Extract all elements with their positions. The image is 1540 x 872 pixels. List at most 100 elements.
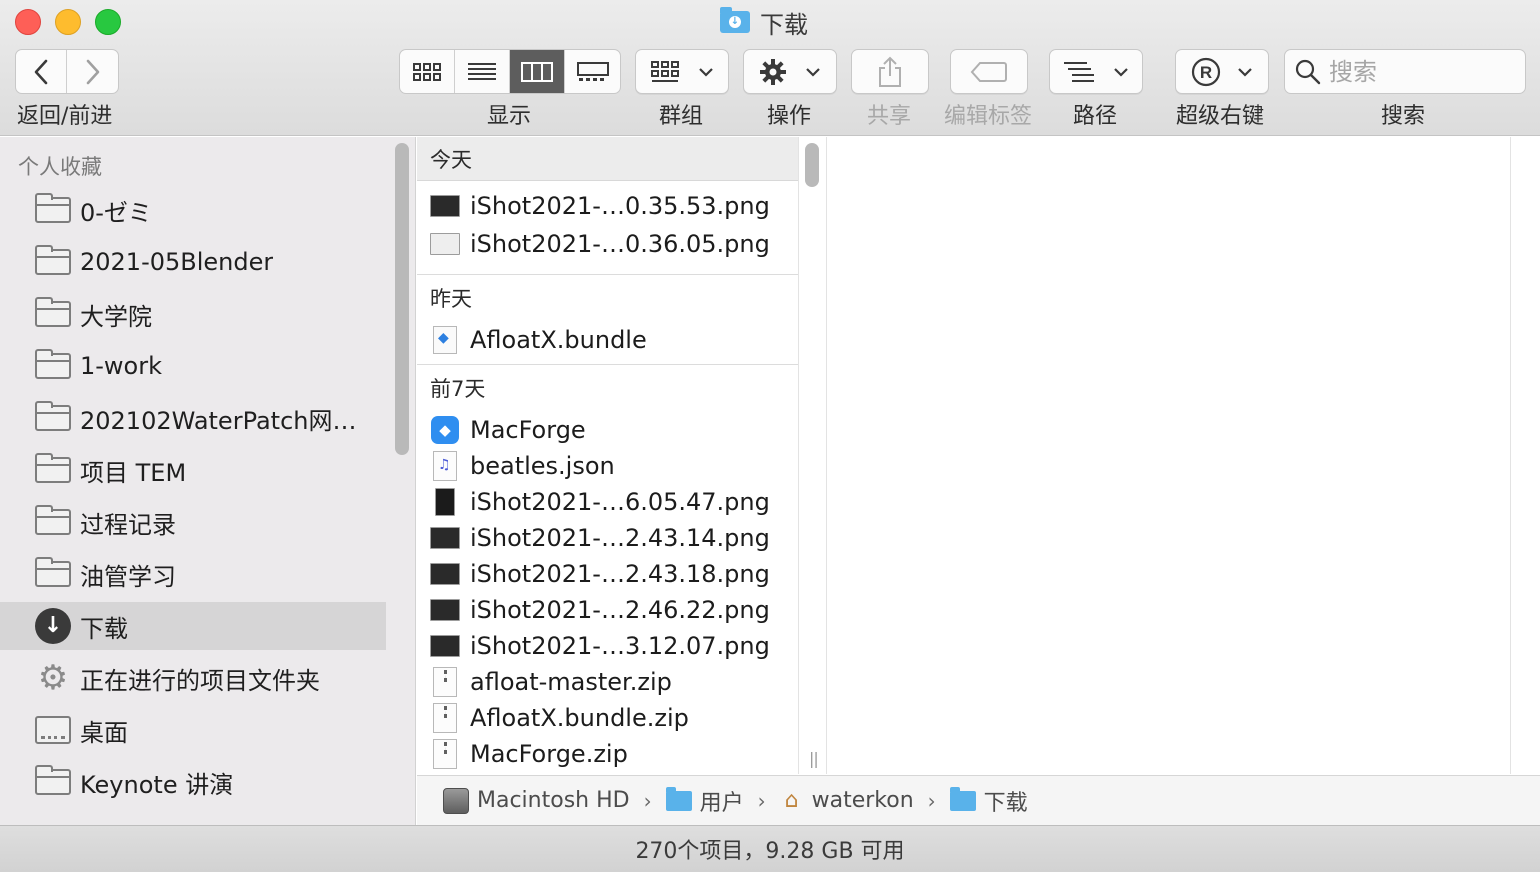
path-crumb-user[interactable]: waterkon — [812, 788, 914, 813]
gallery-view-button[interactable] — [565, 50, 620, 93]
file-row[interactable]: iShot2021-…6.05.47.png — [417, 484, 798, 520]
path-crumb-users[interactable]: 用户 — [700, 785, 744, 817]
image-file-icon — [430, 233, 460, 255]
search-icon — [1295, 59, 1321, 84]
file-row[interactable]: AfloatX.bundle.zip — [417, 700, 798, 736]
hard-drive-icon — [443, 787, 469, 814]
action-button[interactable] — [743, 49, 837, 94]
search-input[interactable] — [1329, 57, 1519, 86]
grid-icon — [413, 62, 441, 81]
folder-icon — [35, 557, 71, 587]
maximize-button[interactable] — [95, 9, 121, 35]
sidebar-item-label: 大学院 — [80, 302, 152, 331]
search-field[interactable] — [1284, 49, 1526, 94]
list-view-button[interactable] — [455, 50, 510, 93]
column-resize-handle[interactable]: || — [809, 749, 819, 768]
close-button[interactable] — [15, 9, 41, 35]
super-right-click-label: 超级右键 — [1176, 104, 1265, 129]
file-row[interactable]: iShot2021-…0.35.53.png — [417, 188, 798, 224]
column-view-button[interactable] — [510, 50, 565, 93]
sidebar-item-1-work[interactable]: 1-work — [0, 342, 386, 390]
zip-file-icon — [433, 667, 457, 697]
file-row[interactable]: iShot2021-…2.43.18.png — [417, 556, 798, 592]
sidebar-item-waterpatch[interactable]: 202102WaterPatch网… — [0, 394, 386, 442]
file-name: afloat-master.zip — [470, 668, 672, 696]
sidebar-item-label: 0-ゼミ — [80, 198, 152, 227]
group-divider — [417, 364, 798, 365]
sidebar-item-0-zemi[interactable]: 0-ゼミ — [0, 186, 386, 234]
file-name: iShot2021-…3.12.07.png — [470, 632, 770, 660]
sidebar-item-desktop[interactable]: 桌面 — [0, 706, 386, 754]
sidebar-item-downloads[interactable]: ↓ 下载 — [0, 602, 386, 650]
sidebar-item-label: 2021-05Blender — [80, 248, 274, 276]
file-row[interactable]: afloat-master.zip — [417, 664, 798, 700]
back-button[interactable] — [16, 50, 68, 93]
registered-icon: R — [1191, 57, 1221, 86]
file-name: MacForge — [470, 416, 586, 444]
users-folder-icon — [665, 786, 692, 811]
path-label: 路径 — [1073, 104, 1118, 129]
file-column: 今天 iShot2021-…0.35.53.png iShot2021-…0.3… — [417, 137, 799, 774]
sidebar-item-process-log[interactable]: 过程记录 — [0, 498, 386, 546]
folder-icon — [35, 505, 71, 535]
sidebar-item-project-tem[interactable]: 项目 TEM — [0, 446, 386, 494]
home-icon: ⌂ — [784, 787, 799, 813]
group-button[interactable] — [635, 49, 729, 94]
sidebar-item-ongoing-projects[interactable]: ⚙ 正在进行的项目文件夹 — [0, 654, 386, 702]
sidebar-item-graduate-school[interactable]: 大学院 — [0, 290, 386, 338]
folder-icon — [35, 765, 71, 795]
image-file-icon — [430, 195, 460, 217]
image-file-icon — [430, 599, 460, 621]
sidebar-item-keynote[interactable]: Keynote 讲演 — [0, 758, 386, 806]
sidebar-item-label: 202102WaterPatch网… — [80, 406, 357, 435]
sidebar-item-youtube-study[interactable]: 油管学习 — [0, 550, 386, 598]
minimize-button[interactable] — [55, 9, 81, 35]
column-scroll-thumb[interactable] — [805, 143, 819, 187]
file-row[interactable]: MacForge.zip — [417, 736, 798, 772]
chevron-right-icon: › — [643, 788, 652, 813]
group-label: 群组 — [659, 104, 704, 129]
super-right-click-button[interactable]: R — [1175, 49, 1269, 94]
share-button[interactable] — [851, 49, 929, 94]
file-name: iShot2021-…2.43.14.png — [470, 524, 770, 552]
image-file-icon — [430, 527, 460, 549]
sidebar-item-label: Keynote 讲演 — [80, 770, 234, 799]
chevron-down-icon — [699, 67, 713, 77]
file-name: iShot2021-…6.05.47.png — [470, 488, 770, 516]
file-name: iShot2021-…2.43.18.png — [470, 560, 770, 588]
image-file-icon — [430, 635, 460, 657]
folder-icon — [35, 401, 71, 431]
path-list-icon — [1064, 61, 1094, 82]
file-row[interactable]: iShot2021-…2.43.14.png — [417, 520, 798, 556]
status-bar: 270个项目，9.28 GB 可用 — [0, 825, 1540, 872]
nav-label: 返回/前进 — [17, 104, 113, 129]
view-label: 显示 — [487, 104, 532, 129]
zip-file-icon — [433, 739, 457, 769]
forward-button[interactable] — [67, 50, 118, 93]
folder-icon — [35, 245, 71, 275]
path-crumb-macintosh-hd[interactable]: Macintosh HD — [477, 788, 630, 813]
sidebar-scrollbar[interactable] — [395, 143, 409, 455]
sidebar-item-2021-05blender[interactable]: 2021-05Blender — [0, 238, 386, 286]
path-crumb-downloads[interactable]: 下载 — [984, 785, 1028, 817]
share-label: 共享 — [867, 104, 912, 129]
icon-view-button[interactable] — [400, 50, 455, 93]
folder-icon — [35, 453, 71, 483]
file-row[interactable]: beatles.json — [417, 448, 798, 484]
sidebar-item-label: 桌面 — [80, 718, 128, 747]
edit-tags-label: 编辑标签 — [944, 104, 1033, 129]
file-row[interactable]: iShot2021-…0.36.05.png — [417, 226, 798, 262]
macforge-app-icon: ◆ — [431, 416, 459, 444]
group-header-today: 今天 — [417, 137, 798, 181]
file-row[interactable]: iShot2021-…2.46.22.png — [417, 592, 798, 628]
edit-tags-button[interactable] — [950, 49, 1028, 94]
chevron-right-icon: › — [927, 788, 936, 813]
view-mode-control — [399, 49, 621, 94]
file-row[interactable]: iShot2021-…3.12.07.png — [417, 628, 798, 664]
action-label: 操作 — [767, 104, 812, 129]
file-row[interactable]: AfloatX.bundle — [417, 322, 798, 358]
file-row[interactable]: ◆ MacForge — [417, 412, 798, 448]
column-scrollbar[interactable]: || — [800, 137, 827, 774]
path-button[interactable] — [1049, 49, 1143, 94]
toolbar: ↓ 下载 返回/前进 显示 群组 操作 共享 编辑标签 路径 R 超级右键 搜索… — [0, 0, 1540, 136]
